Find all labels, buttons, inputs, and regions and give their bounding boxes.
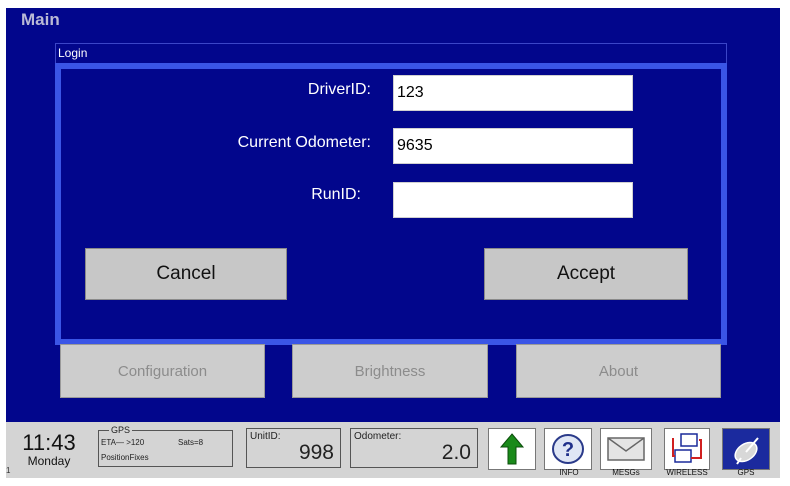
- clock-day: Monday: [27, 454, 71, 468]
- odometer-status-value: 2.0: [441, 441, 471, 464]
- gps-eta: ETA— >120: [101, 438, 145, 447]
- current-odometer-input[interactable]: [393, 128, 633, 164]
- clock: 11:43 Monday: [18, 430, 80, 469]
- gps-legend: GPS: [109, 425, 133, 435]
- info-button[interactable]: ?: [544, 428, 592, 470]
- unit-id-value: 998: [298, 441, 334, 464]
- wireless-button[interactable]: [664, 428, 710, 470]
- gps-sats: Sats=8: [178, 438, 204, 447]
- brightness-button[interactable]: Brightness: [292, 344, 488, 398]
- network-icon: [672, 433, 702, 463]
- unit-id-panel: UnitID: 998: [246, 428, 341, 468]
- login-form: DriverID: Current Odometer: RunID: Cance…: [55, 63, 727, 345]
- gps-position-fixes: PositionFixes: [101, 453, 149, 462]
- envelope-icon: [607, 437, 645, 461]
- satellite-dish-icon: [729, 434, 763, 465]
- gps-button[interactable]: [722, 428, 770, 470]
- wireless-caption: WIRELESS: [666, 468, 708, 477]
- runid-label: RunID:: [311, 186, 361, 203]
- login-dialog: Login DriverID: Current Odometer: RunID:…: [55, 43, 727, 345]
- main-screen: Main Login DriverID: Current Odometer: R…: [6, 8, 780, 422]
- unit-id-label: UnitID:: [250, 431, 281, 442]
- gps-status-panel: GPS ETA— >120 Sats=8 PositionFixes: [98, 425, 233, 467]
- status-corner-number: 1: [6, 466, 11, 475]
- messages-caption: MESGs: [612, 468, 640, 477]
- about-button[interactable]: About: [516, 344, 721, 398]
- upload-arrow-button[interactable]: [488, 428, 536, 470]
- driverid-input[interactable]: [393, 75, 633, 111]
- window-title: Main: [21, 10, 60, 29]
- odometer-status-label: Odometer:: [354, 431, 402, 442]
- info-caption: INFO: [559, 468, 579, 477]
- gps-caption: GPS: [737, 468, 755, 477]
- login-title: Login: [58, 46, 88, 60]
- accept-button[interactable]: Accept: [484, 248, 688, 300]
- odometer-panel: Odometer: 2.0: [350, 428, 478, 468]
- up-arrow-icon: [499, 433, 525, 465]
- svg-text:?: ?: [562, 439, 574, 461]
- driverid-label: DriverID:: [307, 81, 371, 98]
- clock-time: 11:43: [22, 430, 76, 455]
- cancel-button[interactable]: Cancel: [85, 248, 287, 300]
- help-icon: ?: [552, 434, 584, 464]
- status-bar: 11:43 Monday 1 GPS ETA— >120 Sats=8 Posi…: [6, 422, 780, 478]
- runid-input[interactable]: [393, 182, 633, 218]
- login-titlebar: Login: [55, 43, 727, 63]
- messages-button[interactable]: [600, 428, 652, 470]
- odometer-label: Current Odometer:: [237, 134, 371, 151]
- configuration-button[interactable]: Configuration: [60, 344, 265, 398]
